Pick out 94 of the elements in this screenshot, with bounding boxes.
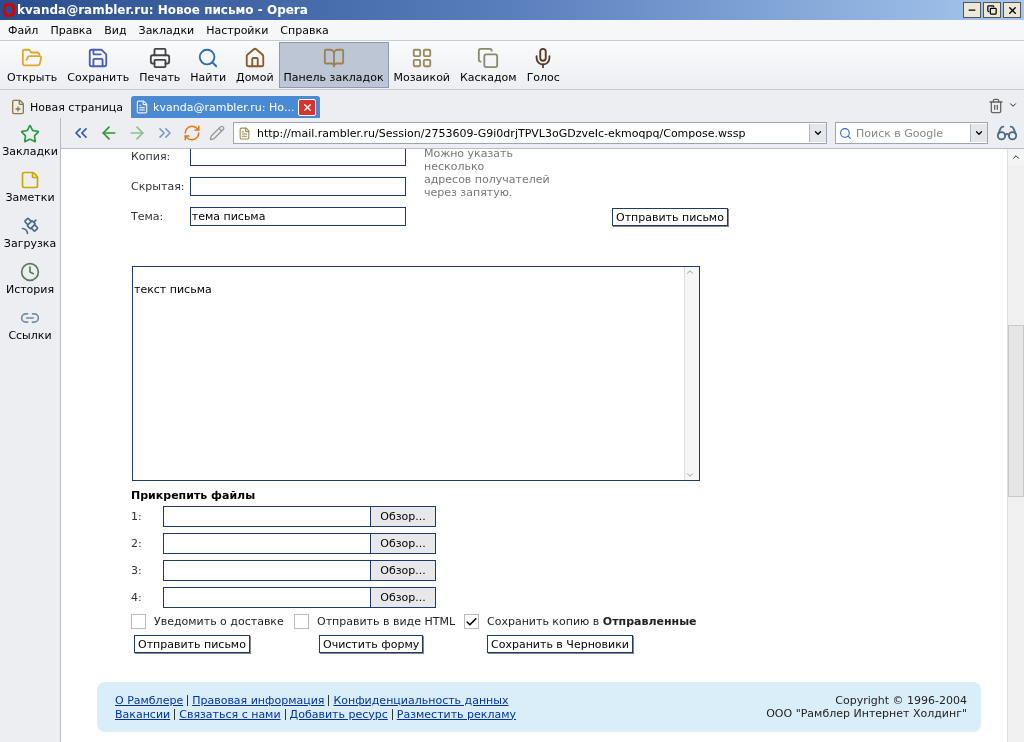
file-input-field[interactable]	[163, 533, 370, 554]
scrollbar[interactable]	[1007, 149, 1024, 742]
toolbar-button[interactable]: Сохранить	[62, 42, 135, 88]
checkbox-label: Уведомить о доставке	[154, 615, 284, 628]
sidebar-item[interactable]: Закладки	[2, 124, 58, 158]
restore-button[interactable]	[983, 2, 1001, 18]
form-button[interactable]: Отправить письмо	[134, 635, 250, 653]
file-input-field[interactable]	[163, 587, 370, 608]
dropdown-button[interactable]	[970, 124, 987, 142]
footer-link[interactable]: Добавить ресурс	[289, 707, 388, 721]
menu-item[interactable]: Правка	[44, 23, 99, 37]
form-button[interactable]: Очистить форму	[319, 635, 424, 653]
minimize-button[interactable]	[963, 2, 981, 18]
footer-link[interactable]: Конфиденциальность данных	[333, 693, 509, 707]
page-icon	[135, 100, 150, 114]
note-icon	[20, 170, 40, 190]
scrollbar[interactable]	[684, 267, 699, 480]
footer-link[interactable]: Вакансии	[115, 707, 171, 721]
toolbar-button[interactable]: Домой	[231, 42, 279, 88]
checkbox-label: Отправить в виде HTML	[317, 615, 456, 628]
row-number: 3:	[131, 564, 143, 577]
field-label: Тема:	[131, 210, 165, 223]
message-text-area[interactable]: текст письма	[132, 266, 700, 481]
close-tab-button[interactable]	[298, 98, 317, 116]
copyright-text: Copyright © 1996-2004	[835, 694, 967, 707]
menu-item[interactable]: Закладки	[132, 23, 201, 37]
input-field[interactable]: тема письма	[189, 207, 406, 226]
row-number: 1:	[131, 510, 143, 523]
form-button[interactable]: Сохранить в Черновики	[487, 635, 633, 653]
toolbar-button[interactable]: Панель закладок	[278, 42, 389, 88]
toolbar-button[interactable]: Мозаикой	[388, 42, 455, 88]
toolbar-button[interactable]: Открыть	[2, 42, 63, 88]
address-field[interactable]: http://mail.rambler.ru/Session/2753609-G9i0drjTPVL3oGDzveIc-ekmoqpq/Compose.wssp	[233, 122, 827, 144]
checkbox-label: Сохранить копию в Отправленные	[487, 615, 697, 628]
folder-icon	[21, 46, 44, 69]
window-title: kvanda@rambler.ru: Новое письмо - Opera	[17, 3, 309, 17]
page-icon	[238, 126, 251, 140]
search-field[interactable]: Поиск в Google	[835, 122, 988, 144]
copyright-text: ООО "Рамблер Интернет Холдинг"	[766, 707, 967, 720]
close-icon	[1006, 4, 1018, 16]
browse-button[interactable]: Обзор...	[370, 506, 436, 527]
toolbar-button[interactable]: Найти	[185, 42, 232, 88]
tiles-icon	[410, 46, 433, 69]
field-label: Копия:	[131, 150, 172, 163]
send-button[interactable]: Отправить письмо	[612, 208, 728, 226]
reload-icon[interactable]	[183, 124, 201, 142]
dropdown-button[interactable]	[809, 124, 826, 142]
input-field[interactable]	[189, 177, 406, 196]
input-field[interactable]	[189, 149, 406, 166]
menu-item[interactable]: Файл	[2, 23, 45, 37]
footer-link[interactable]: Правовая информация	[192, 693, 325, 707]
opera-logo-icon	[3, 3, 15, 17]
sidebar-item[interactable]: Загрузка	[3, 216, 57, 250]
trash-icon[interactable]	[988, 98, 1004, 114]
stacked-pages-icon	[477, 46, 500, 69]
section-title: Прикрепить файлы	[131, 489, 257, 502]
row-number: 4:	[131, 591, 143, 604]
search-icon	[839, 126, 852, 140]
toolbar-button[interactable]: Каскадом	[455, 42, 522, 88]
browse-button[interactable]: Обзор...	[370, 587, 436, 608]
caret-icon	[974, 128, 984, 138]
hint-text: Можно указать несколько адресов получателей через запятую.	[424, 149, 551, 201]
menu-item[interactable]: Настройки	[200, 23, 275, 37]
close-button[interactable]	[1003, 2, 1021, 18]
restore-icon	[987, 5, 997, 15]
sidebar-item[interactable]: Заметки	[5, 170, 55, 204]
browse-button[interactable]: Обзор...	[370, 560, 436, 581]
toolbar-button[interactable]: Голос	[521, 42, 565, 88]
field-label: Скрытая:	[131, 180, 186, 193]
menu-item[interactable]: Справка	[274, 23, 335, 37]
house-icon	[243, 46, 266, 69]
new-page-icon	[10, 99, 26, 115]
menu-item[interactable]: Вид	[98, 23, 133, 37]
footer-link[interactable]: Связаться с нами	[179, 707, 281, 721]
browse-button[interactable]: Обзор...	[370, 533, 436, 554]
sidebar-item[interactable]: История	[5, 262, 55, 296]
tab[interactable]: Новая страница	[6, 96, 128, 118]
search-icon	[197, 46, 220, 69]
footer-link[interactable]: О Рамблере	[115, 693, 184, 707]
printer-icon	[148, 46, 171, 69]
footer-link[interactable]: Разместить рекламу	[396, 707, 517, 721]
row-number: 2:	[131, 537, 143, 550]
sidebar-item[interactable]: Ссылки	[8, 308, 52, 342]
close-icon	[301, 101, 313, 113]
checkbox[interactable]	[294, 614, 309, 629]
clock-icon	[20, 262, 40, 282]
caret-icon	[813, 128, 823, 138]
file-input-field[interactable]	[163, 560, 370, 581]
checkbox[interactable]	[131, 614, 146, 629]
tab[interactable]: kvanda@rambler.ru: Но...	[131, 96, 321, 118]
file-input-field[interactable]	[163, 506, 370, 527]
caret-icon[interactable]	[1008, 100, 1018, 110]
checkbox[interactable]	[464, 614, 479, 629]
toolbar-button[interactable]: Печать	[134, 42, 186, 88]
